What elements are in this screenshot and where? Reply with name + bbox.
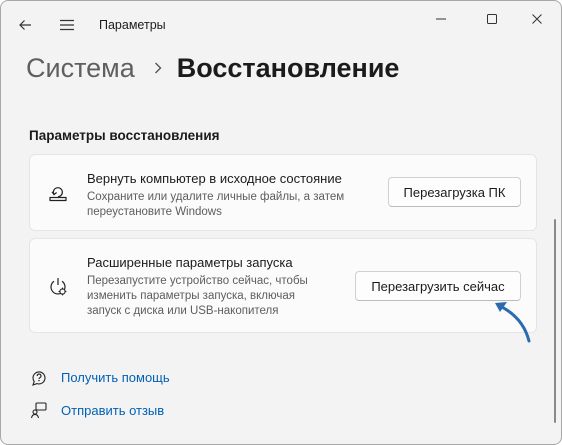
advanced-startup-desc-line3: запуск с диска или USB-накопителя [87, 305, 279, 317]
vertical-scrollbar[interactable] [554, 219, 556, 423]
settings-window: Параметры Система Восстановление Парамет… [0, 0, 562, 445]
reset-pc-text: Вернуть компьютер в исходное состояние С… [87, 171, 344, 220]
send-feedback-link[interactable]: Отправить отзыв [29, 400, 229, 420]
chevron-right-icon [153, 61, 163, 75]
send-feedback-label: Отправить отзыв [61, 402, 165, 418]
advanced-startup-card: Расширенные параметры запуска Перезапуст… [29, 238, 537, 333]
page-title: Восстановление [176, 52, 400, 83]
maximize-icon [487, 14, 497, 24]
minimize-button[interactable] [418, 5, 464, 33]
advanced-startup-desc-line2: изменить параметры запуска, включая [87, 290, 295, 302]
close-button[interactable] [514, 5, 560, 33]
advanced-startup-text: Расширенные параметры запуска Перезапуст… [87, 255, 308, 319]
hamburger-icon [60, 19, 74, 31]
app-title: Параметры [99, 18, 166, 32]
breadcrumb: Система Восстановление [26, 49, 399, 87]
maximize-button[interactable] [469, 5, 515, 33]
menu-button[interactable] [53, 13, 81, 37]
close-icon [532, 14, 542, 24]
advanced-startup-desc-line1: Перезапустите устройство сейчас, чтобы [87, 275, 308, 287]
reset-pc-desc-line2: переустановите Windows [87, 206, 222, 218]
minimize-icon [436, 18, 446, 20]
reset-pc-desc-line1: Сохраните или удалите личные файлы, а за… [87, 191, 345, 203]
title-bar: Параметры [1, 1, 561, 47]
advanced-startup-icon [46, 275, 70, 299]
get-help-label: Получить помощь [61, 369, 170, 385]
get-help-link[interactable]: Получить помощь [29, 367, 229, 387]
reset-pc-card: Вернуть компьютер в исходное состояние С… [29, 154, 537, 231]
back-button[interactable] [11, 13, 39, 37]
advanced-startup-title: Расширенные параметры запуска [87, 255, 293, 270]
breadcrumb-parent[interactable]: Система [26, 53, 135, 84]
help-icon [29, 367, 49, 387]
feedback-icon [29, 400, 49, 420]
reset-pc-button[interactable]: Перезагрузка ПК [388, 177, 521, 207]
reset-pc-title: Вернуть компьютер в исходное состояние [87, 171, 342, 186]
annotation-arrow-icon [495, 302, 531, 343]
reset-pc-icon [46, 181, 70, 205]
back-arrow-icon [19, 20, 31, 30]
section-title: Параметры восстановления [29, 128, 220, 143]
